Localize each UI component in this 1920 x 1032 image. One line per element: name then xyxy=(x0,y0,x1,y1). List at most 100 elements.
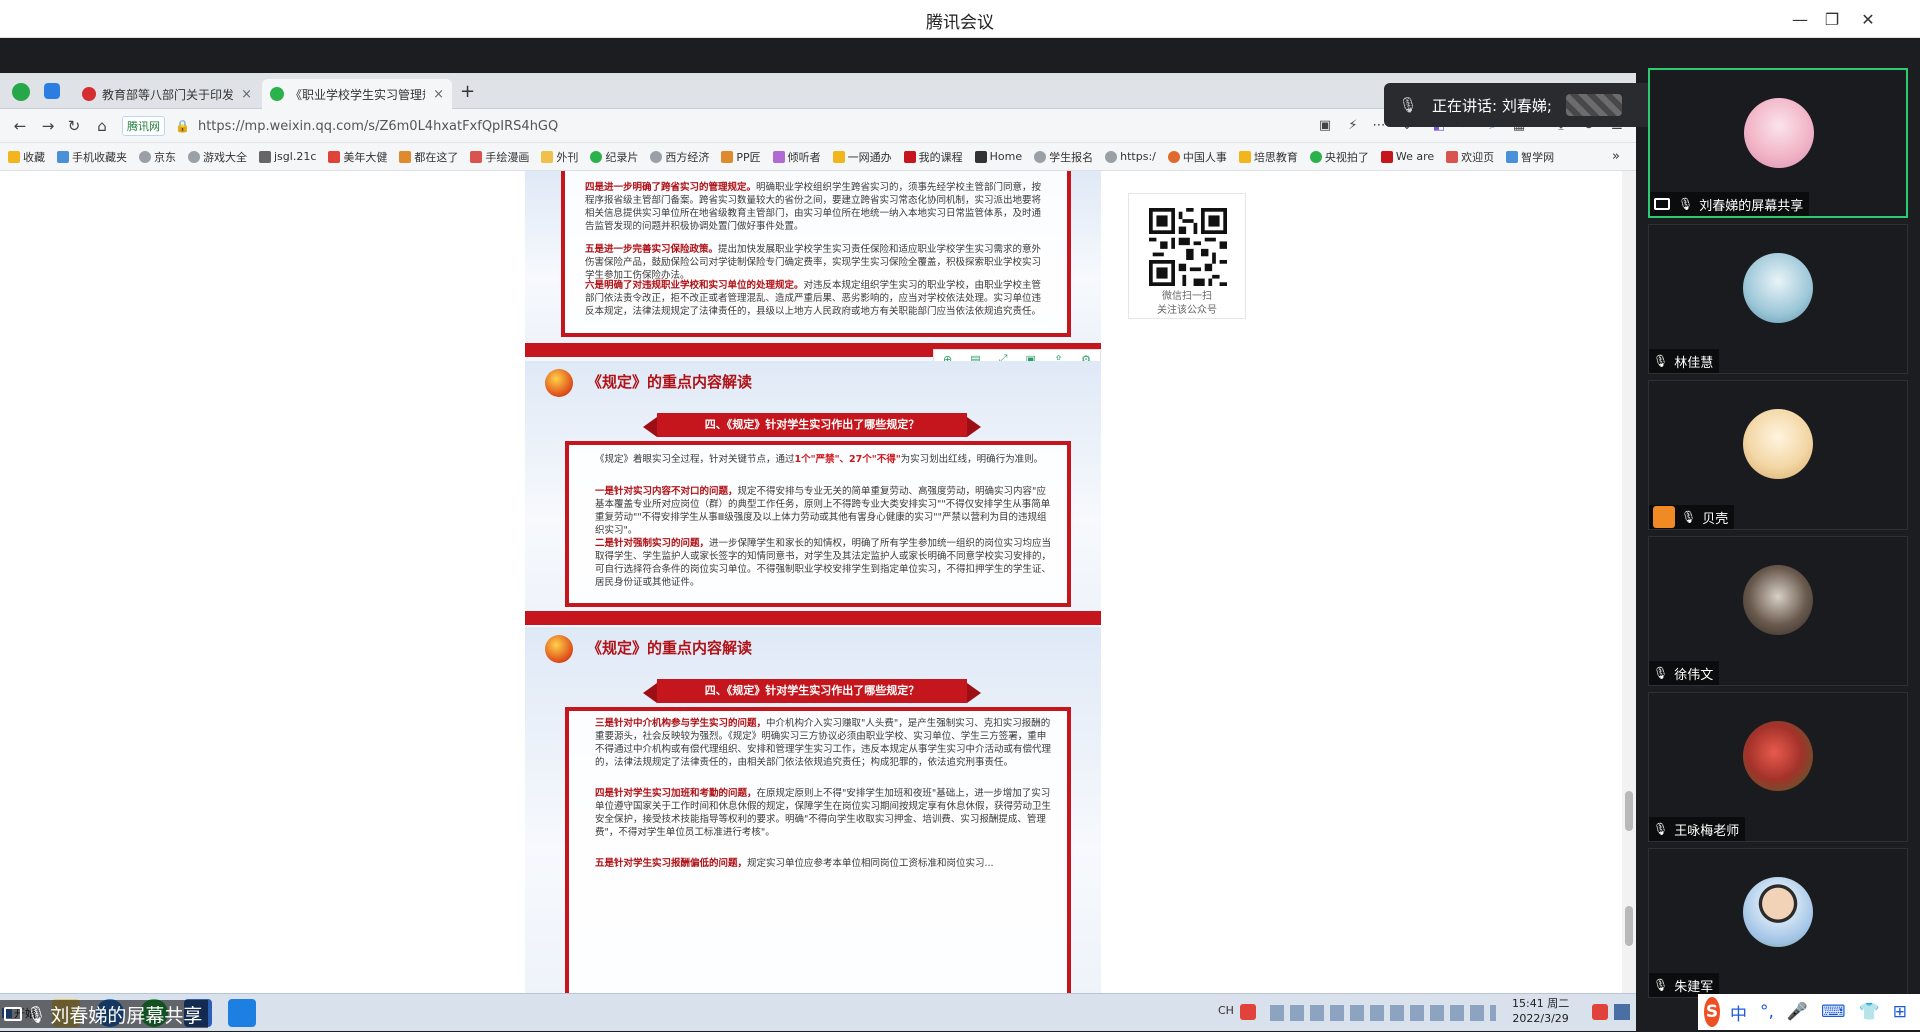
close-tab-icon[interactable]: × xyxy=(241,87,252,102)
bookmark-item[interactable]: 培思教育 xyxy=(1238,149,1298,165)
language-indicator[interactable]: CH xyxy=(1218,1004,1234,1017)
url-field[interactable]: 腾讯网 🔒 https://mp.weixin.qq.com/s/Z6m0L4h… xyxy=(122,114,1292,138)
bookmark-item[interactable]: 倾听者 xyxy=(772,149,821,165)
lock-icon: 🔒 xyxy=(175,119,190,133)
bookmark-label: 收藏 xyxy=(23,150,45,164)
bookmark-item[interactable]: 美年大健 xyxy=(328,149,387,165)
paragraph: 《规定》着眼实习全过程，针对关键节点，通过1个"严禁"、27个"不得"为实习划出… xyxy=(595,453,1055,466)
site-badge: 腾讯网 xyxy=(122,116,165,136)
close-tab-icon[interactable]: × xyxy=(433,87,444,102)
bookmark-label: 手机收藏夹 xyxy=(72,150,127,164)
bookmark-item[interactable]: 外刊 xyxy=(541,149,578,165)
bookmark-item[interactable]: 智学网 xyxy=(1506,149,1554,165)
user-badge-icon xyxy=(1653,506,1675,528)
bookmark-item[interactable]: 手机收藏夹 xyxy=(57,149,127,165)
bookmark-item[interactable]: jsgl.21c xyxy=(259,150,316,163)
tencent-meeting-icon[interactable] xyxy=(228,999,256,1027)
bookmark-label: 我的课程 xyxy=(918,150,963,164)
system-clock[interactable]: 15:41 周二 2022/3/29 xyxy=(1512,996,1569,1026)
participant-nametag: 🎙 林佳慧 xyxy=(1649,349,1720,373)
participant-tile[interactable]: 🎙 王咏梅老师 xyxy=(1648,692,1908,842)
slide-banner: 四、《规定》针对学生实习作出了哪些规定？ xyxy=(643,679,981,703)
send-icon[interactable] xyxy=(44,83,60,99)
minimize-button[interactable]: — xyxy=(1786,6,1814,32)
bookmark-icon xyxy=(974,150,987,163)
bookmark-label: 手绘漫画 xyxy=(485,150,530,164)
bookmark-item[interactable]: 都在这了 xyxy=(399,149,458,165)
participant-tile[interactable]: 🎙 贝壳 xyxy=(1648,380,1908,530)
home-icon[interactable]: ⌂ xyxy=(92,116,112,136)
tencent-meeting-window: 腾讯会议 — ❐ ✕ 教育部等八部门关于印发《职 × 《职业学校学生实习管理规定… xyxy=(0,0,1920,1032)
participant-tile[interactable]: 🎙 林佳慧 xyxy=(1648,224,1908,374)
participant-nametag: 🎙 刘春娣的屏幕共享 xyxy=(1650,192,1810,216)
bookmark-item[interactable]: 手绘漫画 xyxy=(470,149,529,165)
slide-banner: 四、《规定》针对学生实习作出了哪些规定？ xyxy=(643,413,981,437)
back-icon[interactable]: ← xyxy=(10,116,30,136)
restore-button[interactable]: ❐ xyxy=(1818,6,1846,32)
bookmark-item[interactable]: 一网通办 xyxy=(832,149,892,165)
avatar xyxy=(1743,565,1813,635)
paragraph-lead: 一是针对实习内容不对口的问题， xyxy=(595,486,738,497)
tab-education-ministry[interactable]: 教育部等八部门关于印发《职 × xyxy=(74,79,260,109)
ime-voice-icon[interactable]: 🎤 xyxy=(1787,1002,1808,1022)
new-tab-button[interactable]: + xyxy=(460,81,475,102)
bookmark-icon xyxy=(470,150,483,163)
forward-icon[interactable]: → xyxy=(38,116,58,136)
bookmarks-more-button[interactable]: » xyxy=(1612,149,1620,164)
participant-tile[interactable]: 🎙 徐伟文 xyxy=(1648,536,1908,686)
browser-logo-icon[interactable] xyxy=(12,83,30,101)
bookmark-item[interactable]: 央视拍了 xyxy=(1309,149,1369,165)
qr-code-image xyxy=(1149,208,1227,286)
page-scrollbar[interactable] xyxy=(1622,171,1636,993)
participant-nametag: 🎙 徐伟文 xyxy=(1649,661,1720,685)
bookmark-item[interactable]: 纪录片 xyxy=(590,149,638,165)
bookmark-item[interactable]: 我的课程 xyxy=(903,149,963,165)
web-page: 四是进一步明确了跨省实习的管理规定。明确职业学校组织学生跨省实习的，须事先经学校… xyxy=(0,171,1622,993)
bookmark-item[interactable]: 西方经济 xyxy=(650,149,709,165)
bookmark-item[interactable]: 学生报名 xyxy=(1034,149,1093,165)
bookmark-item[interactable]: Home xyxy=(974,150,1022,163)
bookmark-label: PP匠 xyxy=(736,150,761,164)
ime-keyboard-icon[interactable]: ⌨ xyxy=(1821,1002,1846,1022)
bookmark-item[interactable]: We are xyxy=(1380,150,1434,163)
participant-name: 刘春娣的屏幕共享 xyxy=(1699,198,1804,214)
scroll-thumb[interactable] xyxy=(1625,791,1633,831)
ime-punctuation-icon[interactable]: °, xyxy=(1760,1002,1774,1022)
lightning-icon[interactable]: ⚡ xyxy=(1344,117,1362,135)
globe-icon xyxy=(650,150,663,163)
participant-tile[interactable]: 🎙 刘春娣的屏幕共享 xyxy=(1648,68,1908,218)
participant-tile[interactable]: 🎙 朱建军 xyxy=(1648,848,1908,998)
bookmark-icon xyxy=(1238,150,1251,163)
ime-chinese-mode[interactable]: 中 xyxy=(1730,1000,1747,1025)
close-button[interactable]: ✕ xyxy=(1854,6,1882,32)
bookmark-item[interactable]: 欢迎页 xyxy=(1446,149,1494,165)
show-desktop-icon[interactable] xyxy=(1614,1004,1630,1020)
system-tray-icons[interactable] xyxy=(1270,1005,1496,1021)
paragraph-text: 《规定》着眼实习全过程，针对关键节点，通过 xyxy=(595,454,795,465)
sogou-logo-icon[interactable]: S xyxy=(1704,997,1720,1027)
notification-icon[interactable] xyxy=(1592,1004,1608,1020)
tab-label: 《职业学校学生实习管理规定 xyxy=(290,87,425,102)
sogou-tray-icon[interactable] xyxy=(1240,1004,1256,1020)
red-divider xyxy=(525,611,1101,625)
balloon-icon xyxy=(545,369,573,397)
screenshot-icon[interactable]: ▣ xyxy=(1316,117,1334,135)
bookmark-item[interactable]: 中国人事 xyxy=(1167,149,1227,165)
tab-internship-regulations[interactable]: 《职业学校学生实习管理规定 × xyxy=(262,79,452,109)
bookmark-item[interactable]: 收藏 xyxy=(8,149,45,165)
bookmark-item[interactable]: 京东 xyxy=(139,149,176,165)
bookmark-label: jsgl.21c xyxy=(274,150,317,163)
bookmark-label: https:/ xyxy=(1120,150,1156,163)
reload-icon[interactable]: ↻ xyxy=(64,116,84,136)
bookmark-item[interactable]: PP匠 xyxy=(721,149,761,165)
scroll-thumb[interactable] xyxy=(1625,906,1633,946)
bookmark-label: 京东 xyxy=(154,150,176,164)
bookmark-item[interactable]: 游戏大全 xyxy=(188,149,247,165)
participant-name: 王咏梅老师 xyxy=(1674,823,1740,839)
ime-toolbox-icon[interactable]: ⊞ xyxy=(1893,1002,1907,1022)
ime-skin-icon[interactable]: 👕 xyxy=(1859,1002,1880,1022)
paragraph-lead: 五是针对学生实习报酬偏低的问题， xyxy=(595,858,748,869)
microphone-muted-icon: 🎙 xyxy=(1653,822,1669,836)
bookmark-item[interactable]: https:/ xyxy=(1105,150,1156,163)
paragraph: 二是针对强制实习的问题，进一步保障学生和家长的知情权，明确了所有学生参加统一组织… xyxy=(595,537,1055,589)
